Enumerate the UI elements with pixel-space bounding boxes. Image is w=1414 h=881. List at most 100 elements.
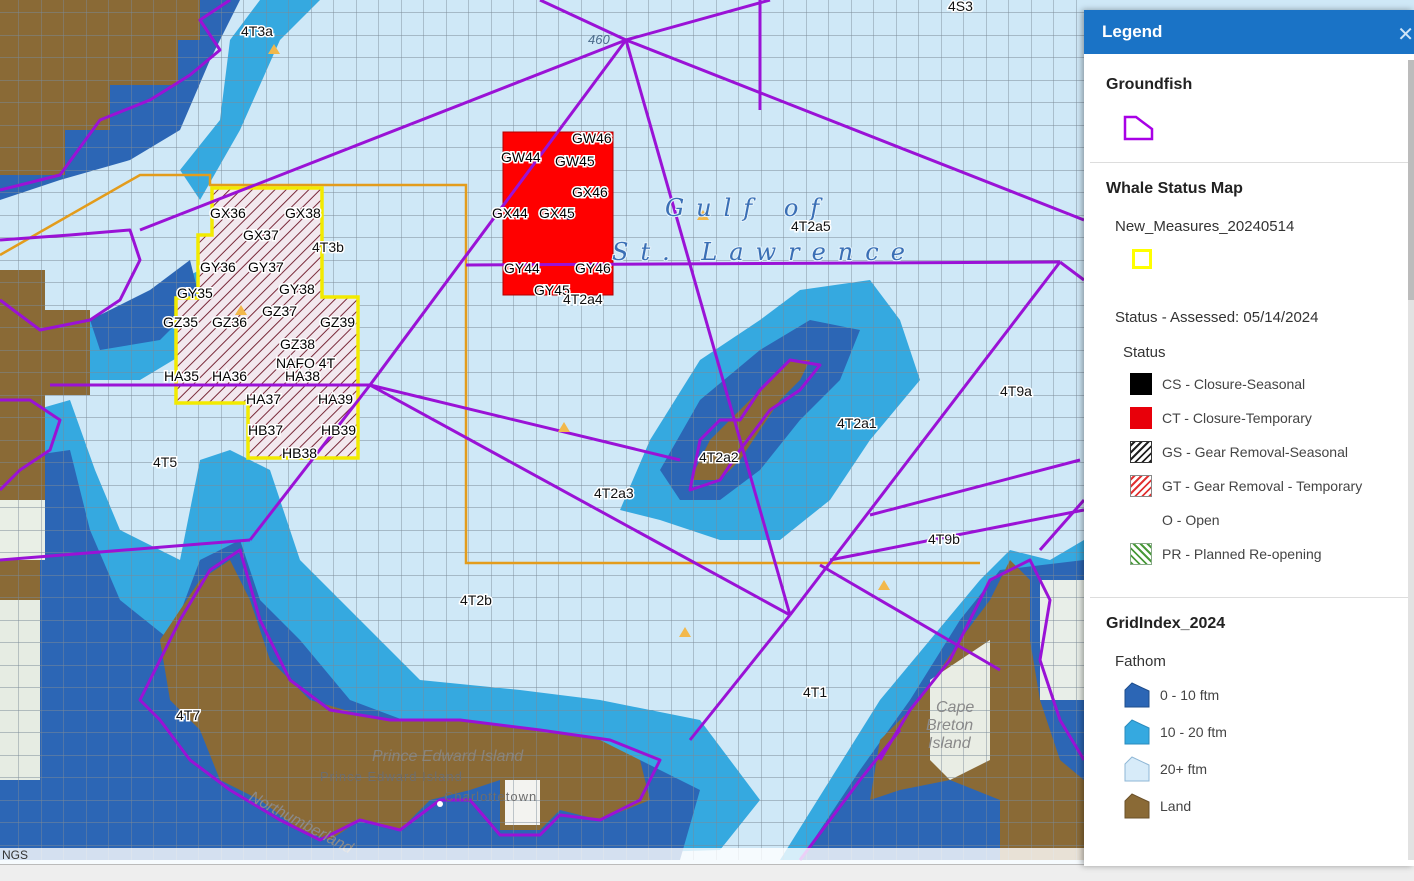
area-label: 4T9b — [928, 531, 960, 547]
grid-label: GZ36 — [212, 314, 247, 330]
status-item-cs: CS - Closure-Seasonal — [1130, 367, 1414, 401]
area-label: 4T2a5 — [791, 218, 831, 234]
status-label: GT - Gear Removal - Temporary — [1162, 478, 1363, 494]
legend-scrollbar[interactable] — [1408, 60, 1414, 860]
green-hatch-swatch-icon — [1130, 543, 1152, 565]
grid-label: GX37 — [243, 227, 279, 243]
area-label: 4T1 — [803, 684, 827, 700]
gridindex-section: GridIndex_2024 Fathom 0 - 10 ftm 10 - 20… — [1084, 598, 1414, 824]
grid-label: GY37 — [248, 259, 284, 275]
grid-label: HB38 — [282, 445, 317, 461]
black-hatch-swatch-icon — [1130, 441, 1152, 463]
area-label: 4T3a — [241, 23, 273, 39]
status-item-ct: CT - Closure-Temporary — [1130, 401, 1414, 435]
status-item-gs: GS - Gear Removal-Seasonal — [1130, 435, 1414, 469]
bottom-toolbar-strip — [0, 864, 1414, 881]
city-dot — [437, 801, 443, 807]
legend-panel: Legend ✕ Groundfish Whale Status Map New… — [1084, 10, 1414, 866]
fathom-item: 0 - 10 ftm — [1124, 676, 1414, 713]
sea-label-line2: St. Lawrence — [612, 238, 917, 266]
grid-label: GX44 — [492, 205, 528, 221]
map-attribution: NGS — [0, 848, 1086, 864]
grid-label: GX45 — [539, 205, 575, 221]
grid-label: GZ35 — [163, 314, 198, 330]
grid-label: GW45 — [555, 153, 595, 169]
status-title: Status — [1123, 344, 1166, 361]
area-label: 4T3b — [312, 239, 344, 255]
empty-swatch-icon — [1130, 509, 1152, 531]
groundfish-symbol — [1122, 112, 1414, 148]
fathom-title: Fathom — [1115, 653, 1166, 670]
status-item-gt: GT - Gear Removal - Temporary — [1130, 469, 1414, 503]
grid-label: HA35 — [164, 368, 199, 384]
place-label-pei-italic: Prince Edward Island — [372, 748, 524, 765]
fathom-label: Land — [1160, 797, 1192, 814]
assessed-date: Status - Assessed: 05/14/2024 — [1115, 309, 1319, 326]
area-label: 4T7 — [176, 707, 200, 723]
area-label: 4T5 — [153, 454, 177, 470]
area-label: 4T2a3 — [594, 485, 634, 501]
grid-label: GW46 — [572, 130, 612, 146]
place-label-island: Island — [928, 735, 972, 752]
whale-section: Whale Status Map New_Measures_20240514 S… — [1084, 163, 1414, 571]
place-label-cape: Cape — [936, 699, 974, 716]
place-label-breton: Breton — [926, 717, 973, 734]
fathom-item: Land — [1124, 787, 1414, 824]
grid-label: HA37 — [246, 391, 281, 407]
area-label: 4T2a2 — [699, 449, 739, 465]
grid-label: GY46 — [575, 260, 611, 276]
polygon-symbol-icon — [1123, 115, 1154, 141]
area-label: 4T2a4 — [563, 291, 603, 307]
grid-label: GZ38 — [280, 336, 315, 352]
groundfish-title: Groundfish — [1106, 76, 1193, 93]
fathom-deep-swatch-icon — [1124, 755, 1150, 781]
fathom-item: 10 - 20 ftm — [1124, 713, 1414, 750]
grid-label: GY35 — [177, 285, 213, 301]
status-label: O - Open — [1162, 512, 1220, 528]
area-label: 4T2a1 — [837, 415, 877, 431]
red-hatch-swatch-icon — [1130, 475, 1152, 497]
area-label: 4T9a — [1000, 383, 1032, 399]
depth-contour-label: 460 — [588, 32, 610, 47]
groundfish-section: Groundfish — [1084, 54, 1414, 148]
legend-title: Legend — [1102, 22, 1163, 41]
grid-label: GY36 — [200, 259, 236, 275]
grid-label: HB37 — [248, 422, 283, 438]
black-swatch-icon — [1130, 373, 1152, 395]
status-item-pr: PR - Planned Re-opening — [1130, 537, 1414, 571]
grid-label: NAFO 4T — [276, 355, 336, 371]
place-label-pei: Prince Edward Island — [320, 769, 463, 784]
area-label: 4T2b — [460, 592, 492, 608]
fathom-label: 20+ ftm — [1160, 760, 1208, 777]
status-label: CS - Closure-Seasonal — [1162, 376, 1306, 392]
status-label: PR - Planned Re-opening — [1162, 546, 1322, 562]
land-swatch-icon — [1124, 792, 1150, 818]
status-item-o: O - Open — [1130, 503, 1414, 537]
close-icon[interactable]: ✕ — [1397, 22, 1414, 47]
status-label: CT - Closure-Temporary — [1162, 410, 1312, 426]
grid-label: HB39 — [321, 422, 356, 438]
status-label: GS - Gear Removal-Seasonal — [1162, 444, 1348, 460]
gridindex-title: GridIndex_2024 — [1106, 615, 1226, 632]
fathom-label: 10 - 20 ftm — [1160, 723, 1227, 740]
grid-label: GX38 — [285, 205, 321, 221]
fathom-shallow-swatch-icon — [1124, 681, 1150, 707]
legend-header: Legend ✕ — [1084, 10, 1414, 54]
grid-label: GX46 — [572, 184, 608, 200]
red-swatch-icon — [1130, 407, 1152, 429]
place-label-charlottetown: Charlottetown — [444, 789, 537, 804]
whale-layer-name: New_Measures_20240514 — [1115, 218, 1295, 235]
grid-label: GZ39 — [320, 314, 355, 330]
area-label: 4S3 — [948, 0, 973, 14]
grid-label: GY38 — [279, 281, 315, 297]
whale-title: Whale Status Map — [1106, 180, 1243, 197]
grid-label: HA39 — [318, 391, 353, 407]
grid-label: GW44 — [501, 149, 541, 165]
fathom-label: 0 - 10 ftm — [1160, 686, 1220, 703]
grid-label: HA36 — [212, 368, 247, 384]
grid-label: GY44 — [504, 260, 540, 276]
grid-label: GX36 — [210, 205, 246, 221]
fathom-mid-swatch-icon — [1124, 718, 1150, 744]
new-measures-symbol — [1132, 249, 1152, 269]
scrollbar-thumb[interactable] — [1408, 60, 1414, 300]
